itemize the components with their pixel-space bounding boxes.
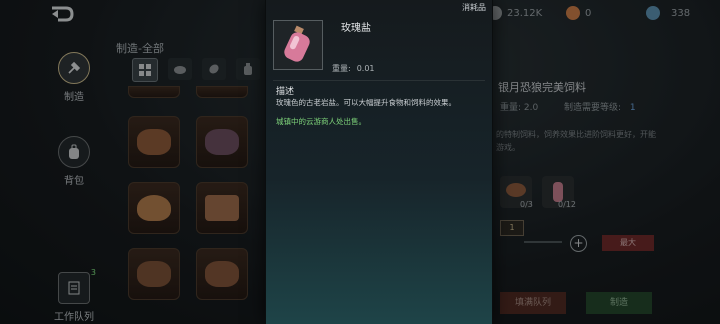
description-text: 玫瑰色的古老岩盐。可以大幅提升食物和饲料的效果。 <box>276 98 456 107</box>
item-tooltip: 消耗品 玫瑰盐 重量: 0.01 描述 玫瑰色的古老岩盐。可以大幅提升食物和饲料的… <box>265 0 493 324</box>
item-type-tag: 消耗品 <box>462 3 486 12</box>
rose-salt-bottle-icon <box>284 25 310 62</box>
item-weight-label: 重量: <box>332 64 351 73</box>
item-icon-frame <box>273 20 323 70</box>
item-weight-value: 0.01 <box>356 64 375 73</box>
divider <box>273 80 485 81</box>
item-name: 玫瑰盐 <box>341 23 371 34</box>
source-text: 城镇中的云游商人处出售。 <box>276 117 366 126</box>
description-heading: 描述 <box>276 87 295 97</box>
item-weight: 重量: 0.01 <box>332 63 375 74</box>
